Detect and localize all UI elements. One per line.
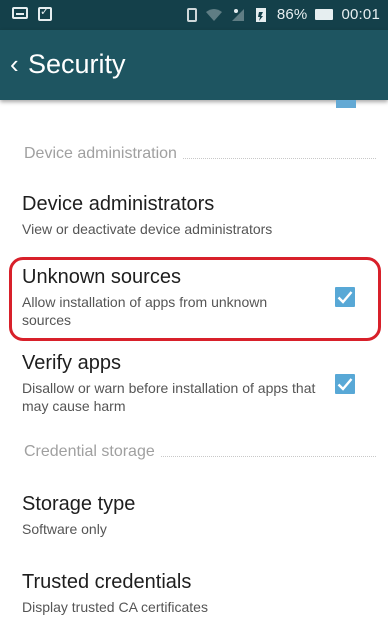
item-summary: Display trusted CA certificates	[22, 599, 208, 615]
category-credential-storage: Credential storage	[24, 443, 376, 461]
list-item-device-administrators[interactable]: Device administrators View or deactivate…	[22, 192, 377, 238]
vibrate-icon	[186, 7, 197, 22]
category-divider	[160, 455, 376, 457]
status-bar-left	[12, 5, 52, 21]
battery-icon	[315, 9, 334, 20]
page-title: Security	[28, 49, 126, 79]
check-icon	[337, 291, 353, 304]
list-item-unknown-sources[interactable]: Unknown sources Allow installation of ap…	[22, 265, 322, 329]
item-title: Trusted credentials	[22, 571, 192, 593]
message-icon	[12, 7, 28, 19]
wifi-icon	[205, 8, 222, 21]
checkbox-peek	[336, 100, 356, 108]
category-device-administration: Device administration	[24, 145, 376, 163]
category-divider	[182, 157, 376, 159]
unknown-sources-checkbox[interactable]	[335, 287, 355, 307]
list-item-storage-type[interactable]: Storage type Software only	[22, 492, 377, 538]
status-bar-right: 86% 00:01	[186, 6, 380, 23]
check-icon	[337, 378, 353, 391]
item-title: Verify apps	[22, 352, 121, 374]
item-title: Storage type	[22, 493, 136, 515]
item-title: Device administrators	[22, 193, 215, 215]
item-title: Unknown sources	[22, 266, 181, 288]
category-label: Credential storage	[24, 443, 155, 460]
item-summary: Software only	[22, 521, 107, 537]
signal-icon	[231, 8, 244, 21]
clock: 00:01	[341, 6, 380, 23]
verify-apps-checkbox[interactable]	[335, 374, 355, 394]
app-bar: ‹ Security	[0, 30, 388, 100]
item-summary: Allow installation of apps from unknown …	[22, 294, 268, 328]
status-bar: 86% 00:01	[0, 0, 388, 30]
category-label: Device administration	[24, 145, 177, 162]
battery-percent: 86%	[276, 6, 308, 23]
chevron-left-icon[interactable]: ‹	[10, 49, 28, 79]
clipboard-check-icon	[38, 5, 52, 21]
item-summary: Disallow or warn before installation of …	[22, 380, 316, 414]
list-item-trusted-credentials[interactable]: Trusted credentials Display trusted CA c…	[22, 570, 377, 616]
item-summary: View or deactivate device administrators	[22, 221, 273, 237]
battery-saver-icon	[255, 7, 266, 22]
previous-row-peek	[0, 100, 388, 108]
list-item-verify-apps[interactable]: Verify apps Disallow or warn before inst…	[22, 351, 322, 415]
